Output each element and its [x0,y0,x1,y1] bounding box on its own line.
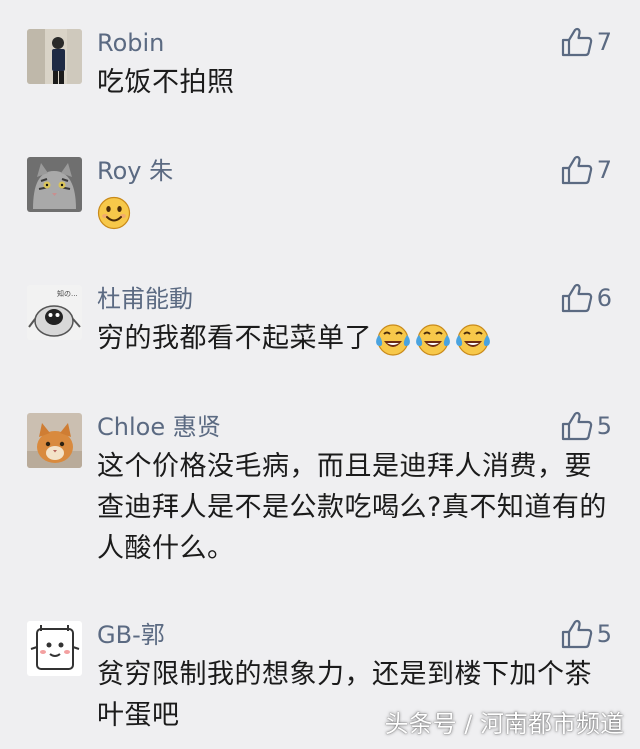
like-count: 7 [596,156,612,184]
avatar[interactable] [27,29,82,84]
thumbs-up-icon [561,619,593,649]
comment-text: 这个价格没毛病，而且是迪拜人消费，要查迪拜人是不是公款吃喝么?真不知道有的人酸什… [97,451,607,564]
comment-text: 穷的我都看不起菜单了 [97,318,607,359]
avatar[interactable] [27,621,82,676]
laugh-cry-emoji-icon [374,322,412,358]
thumbs-up-icon [561,411,593,441]
comment-author[interactable]: Chloe 惠贤 [97,413,221,441]
like-button[interactable]: 5 [561,619,612,649]
thumbs-up-icon [561,283,593,313]
like-count: 5 [596,620,612,648]
comment-author[interactable]: Roy 朱 [97,157,173,185]
comment-author[interactable]: 杜甫能動 [97,285,193,313]
comment-text-content: 穷的我都看不起菜单了 [97,323,372,354]
svg-text:知の...: 知の... [57,289,78,298]
smile-emoji-icon [97,196,131,230]
avatar[interactable] [27,157,82,212]
watermark: 头条号 / 河南都市频道 [384,710,624,738]
avatar[interactable] [27,413,82,468]
laugh-cry-emoji-icon [414,322,452,358]
laugh-cry-emoji-icon [454,322,492,358]
emoji-group [374,322,492,358]
like-count: 5 [596,412,612,440]
like-count: 7 [596,28,612,56]
like-button[interactable]: 6 [561,283,612,313]
comment-author[interactable]: GB-郭 [97,621,165,649]
thumbs-up-icon [561,27,593,57]
comment-text [97,191,607,232]
like-button[interactable]: 7 [561,27,612,57]
avatar[interactable]: 知の... [27,285,82,340]
like-button[interactable]: 7 [561,155,612,185]
comment-text: 吃饭不拍照 [97,67,235,98]
comment-author[interactable]: Robin [97,29,164,57]
like-button[interactable]: 5 [561,411,612,441]
like-count: 6 [596,284,612,312]
thumbs-up-icon [561,155,593,185]
